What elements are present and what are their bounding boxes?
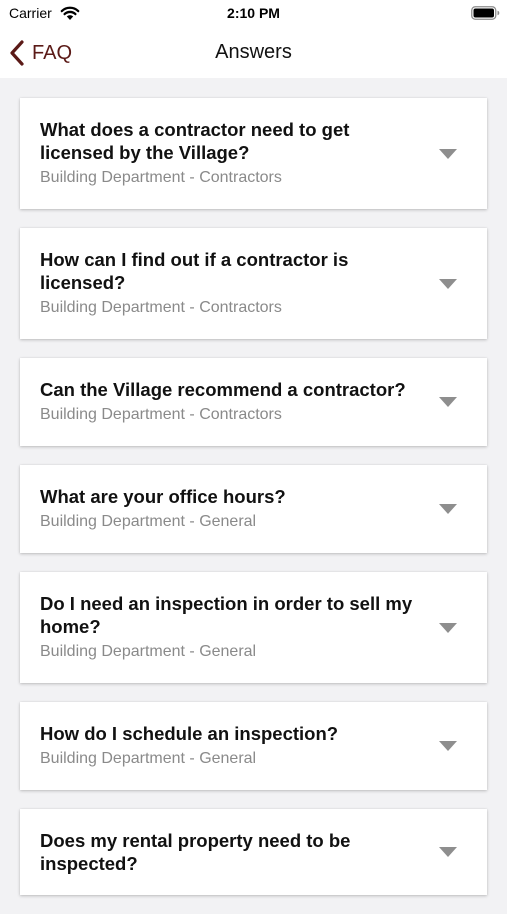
faq-question: How can I find out if a contractor is li… [40,249,349,293]
caret-down-icon[interactable] [438,622,458,634]
status-time: 2:10 PM [227,5,280,21]
faq-question: Do I need an inspection in order to sell… [40,593,413,637]
faq-category: Building Department - General [40,513,257,530]
status-bar: Carrier 2:10 PM [0,0,507,28]
faq-question: How do I schedule an inspection? [40,723,339,744]
battery-icon [471,6,500,20]
caret-down-icon[interactable] [438,740,458,752]
faq-category: Building Department - General [40,643,257,660]
navigation-bar: FAQ Answers [0,28,507,78]
faq-item[interactable]: What does a contractor need to get licen… [20,98,487,209]
faq-item[interactable]: Does my rental property need to be inspe… [20,809,487,895]
faq-question: Does my rental property need to be inspe… [40,830,351,874]
caret-down-icon[interactable] [438,396,458,408]
faq-list: What does a contractor need to get licen… [20,98,487,914]
faq-item[interactable]: How can I find out if a contractor is li… [20,228,487,339]
faq-category: Building Department - Contractors [40,406,282,423]
faq-item[interactable]: Can the Village recommend a contractor? B… [20,358,487,446]
faq-category: Building Department - Contractors [40,299,282,316]
faq-category: Building Department - Contractors [40,169,282,186]
faq-item[interactable]: What are your office hours? Building Depa… [20,465,487,553]
faq-item[interactable]: How do I schedule an inspection? Building… [20,702,487,790]
caret-down-icon[interactable] [438,278,458,290]
caret-down-icon[interactable] [438,846,458,858]
faq-category: Building Department - General [40,750,257,767]
caret-down-icon[interactable] [438,148,458,160]
page-title: Answers [215,41,292,63]
faq-question: What are your office hours? [40,486,286,507]
faq-question: What does a contractor need to get licen… [40,119,350,163]
faq-item[interactable]: Do I need an inspection in order to sell… [20,572,487,683]
caret-down-icon[interactable] [438,503,458,515]
faq-question: Can the Village recommend a contractor? [40,379,406,400]
